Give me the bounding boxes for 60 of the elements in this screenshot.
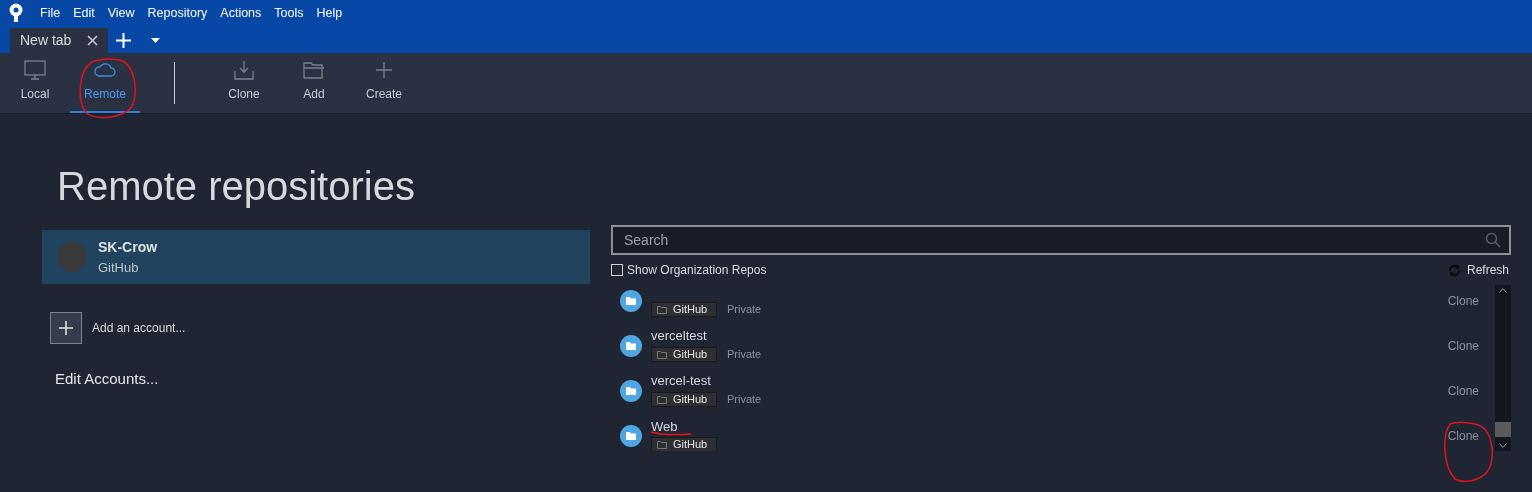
folder-icon <box>302 59 326 81</box>
repo-name[interactable]: vercel-test <box>651 373 762 390</box>
folder-icon <box>620 289 642 312</box>
visibility-label: Private <box>727 302 762 318</box>
page-heading: Remote repositories <box>57 163 416 210</box>
toolbar-button[interactable]: Create <box>349 53 419 113</box>
host-badge: GitHub <box>651 302 717 317</box>
clone-link[interactable]: Clone <box>1447 336 1479 355</box>
plus-icon[interactable] <box>116 33 132 48</box>
folder-icon <box>620 424 642 447</box>
tab[interactable]: New tab <box>10 28 109 53</box>
visibility-label: Private <box>727 392 762 408</box>
add-account-link[interactable]: Add an account... <box>92 319 186 337</box>
account-host: GitHub <box>98 258 140 277</box>
checkbox-label: Show Organization Repos <box>627 262 767 279</box>
menu-item[interactable]: File <box>40 3 61 23</box>
toolbar-button[interactable]: Local <box>0 53 70 113</box>
visibility-label: Private <box>727 347 762 363</box>
folder-icon <box>657 350 667 359</box>
folder-icon <box>620 379 642 402</box>
folder-icon <box>657 440 667 449</box>
toolbar-button[interactable]: Clone <box>209 53 279 113</box>
app-logo-icon <box>8 3 24 23</box>
download-icon <box>232 59 256 81</box>
clone-link[interactable]: Clone <box>1447 291 1479 310</box>
edit-accounts-link[interactable]: Edit Accounts... <box>55 368 159 391</box>
menu-item[interactable]: Tools <box>274 3 304 23</box>
menu-item[interactable]: Edit <box>73 3 95 23</box>
chevron-down-icon[interactable] <box>1499 443 1507 448</box>
toolbar-button[interactable]: Add <box>279 53 349 113</box>
host-badge: GitHub <box>651 392 717 407</box>
plus-icon <box>59 321 73 335</box>
annotation-underline <box>650 430 692 436</box>
account-item[interactable]: SK-Crow GitHub <box>42 230 590 284</box>
checkbox[interactable] <box>611 264 623 276</box>
avatar-icon <box>58 242 86 272</box>
search-icon <box>1485 232 1501 248</box>
caret-icon[interactable] <box>151 38 161 43</box>
scrollbar[interactable] <box>1495 285 1511 451</box>
account-name: SK-Crow <box>98 237 158 257</box>
toolbar-button[interactable]: Remote <box>70 53 140 113</box>
clone-link[interactable]: Clone <box>1447 381 1479 400</box>
folder-icon <box>657 305 667 314</box>
host-badge: GitHub <box>651 347 717 362</box>
chevron-up-icon[interactable] <box>1499 288 1507 293</box>
menu-item[interactable]: Actions <box>220 3 262 23</box>
add-account-button[interactable] <box>50 312 82 344</box>
scrollbar-thumb[interactable] <box>1495 422 1511 437</box>
repo-name[interactable]: verceltest <box>651 328 762 345</box>
folder-icon <box>620 334 642 357</box>
monitor-icon <box>23 59 47 81</box>
refresh-button[interactable]: Refresh <box>1466 261 1509 279</box>
repo-name[interactable]: Web <box>651 419 717 435</box>
close-icon[interactable] <box>87 35 99 46</box>
host-badge: GitHub <box>651 437 717 451</box>
menu-item[interactable]: View <box>107 3 135 23</box>
search-field[interactable]: Search <box>611 225 1511 255</box>
menu-item[interactable]: Help <box>316 3 343 23</box>
folder-icon <box>657 395 667 404</box>
menu-item[interactable]: Repository <box>147 3 208 23</box>
